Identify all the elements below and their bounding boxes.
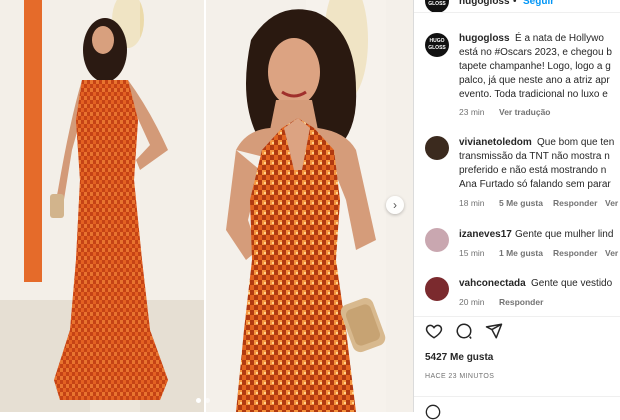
comment-line: Ana Furtado só falando sem parar [459, 179, 611, 190]
comment-line: preferido e não está mostrando n [459, 165, 607, 176]
comment-icon[interactable] [455, 322, 473, 340]
comment-line: Que bom que ten [537, 137, 615, 148]
author-username[interactable]: hugogloss [459, 0, 510, 9]
header-separator: • [513, 0, 517, 7]
comment-reply-button[interactable]: Responder [499, 297, 543, 307]
caption-line: palco, já que neste ano a atriz apr [459, 75, 610, 86]
comment-box-divider [414, 396, 620, 397]
photo-close-up [206, 0, 413, 412]
next-image-button[interactable]: › [386, 196, 404, 214]
actions-divider [414, 316, 620, 317]
carousel-dot [205, 398, 210, 403]
comment-more-button[interactable]: Ver [605, 248, 618, 258]
comment-reply-button[interactable]: Responder [553, 198, 597, 208]
comment-username[interactable]: izaneves17 [459, 228, 512, 242]
comment-line: Gente que vestido [531, 278, 613, 289]
comment-avatar[interactable] [425, 136, 449, 160]
translate-link[interactable]: Ver tradução [499, 107, 551, 117]
avatar-text-line: HUGO [429, 38, 445, 44]
caption-line: evento. Toda tradicional no luxo e [459, 89, 608, 100]
avatar-text-line: GLOSS [428, 1, 446, 7]
comment-line: Gente que mulher lind [515, 229, 614, 240]
carousel-indicator [196, 398, 210, 403]
comment-username[interactable]: vahconectada [459, 277, 526, 291]
comment-likes[interactable]: 5 Me gusta [499, 198, 543, 208]
photo-full-length [0, 0, 204, 412]
avatar-text-line: GLOSS [428, 45, 446, 51]
comment-avatar[interactable] [425, 277, 449, 301]
share-icon[interactable] [485, 322, 503, 340]
comment-likes[interactable]: 1 Me gusta [499, 248, 543, 258]
caption-author-avatar[interactable]: HUGO GLOSS [425, 33, 449, 57]
comment-time: 20 min [459, 297, 485, 307]
caption-username[interactable]: hugogloss [459, 32, 510, 46]
header-divider [414, 12, 620, 13]
caption-time: 23 min [459, 107, 485, 117]
comment-reply-button[interactable]: Responder [553, 248, 597, 258]
chevron-right-icon: › [393, 198, 397, 212]
emoji-icon[interactable] [425, 404, 441, 420]
comment-avatar[interactable] [425, 228, 449, 252]
likes-count[interactable]: 5427 Me gusta [425, 351, 493, 365]
comment-time: 15 min [459, 248, 485, 258]
comment-line: transmissão da TNT não mostra n [459, 151, 610, 162]
follow-button[interactable]: Seguir [523, 0, 554, 9]
post-media-carousel[interactable]: › [0, 0, 413, 412]
heart-icon[interactable] [425, 322, 443, 340]
caption-line: tapete champanhe! Logo, logo a g [459, 61, 611, 72]
comment-username[interactable]: vivianetoledom [459, 136, 532, 150]
comment-time: 18 min [459, 198, 485, 208]
orange-pillar [24, 0, 42, 282]
carousel-dot [196, 398, 201, 403]
caption-line: É a nata de Hollywo [515, 33, 604, 44]
comment-more-button[interactable]: Ver [605, 198, 618, 208]
caption-line: está no #Oscars 2023, e chegou b [459, 47, 612, 58]
post-timestamp: HACE 23 MINUTOS [425, 373, 495, 380]
